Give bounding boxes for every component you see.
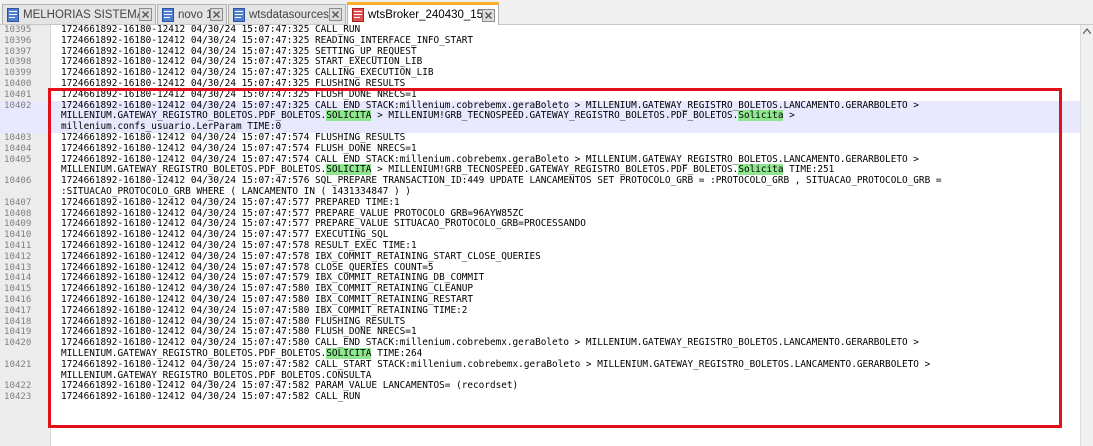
line-text: 1724661892-16180-12412 04/30/24 15:07:47… — [61, 34, 1080, 47]
close-icon[interactable] — [482, 8, 495, 22]
line-number: 10405 — [4, 154, 32, 165]
line-number: 10414 — [4, 273, 32, 284]
line-number: 10398 — [4, 57, 32, 68]
search-match-highlight: SOLICITA — [326, 347, 372, 359]
tab-label: novo 1 — [178, 8, 210, 21]
line-number: 10415 — [4, 284, 32, 295]
file-icon — [233, 7, 245, 22]
line-text: 1724661892-16180-12412 04/30/24 15:07:47… — [61, 175, 1080, 198]
line-number: 10421 — [4, 359, 32, 370]
wrapped-row: 1724661892-16180-12412 04/30/24 15:07:47… — [61, 250, 541, 262]
line-number: 10406 — [4, 176, 32, 187]
line-number: 10395 — [4, 25, 32, 35]
line-number: 10403 — [4, 132, 32, 143]
line-text: 1724661892-16180-12412 04/30/24 15:07:47… — [61, 100, 1080, 133]
text-line[interactable]: 10423 1724661892-16180-12412 04/30/24 15:… — [0, 391, 1080, 403]
line-number: 10422 — [4, 381, 32, 392]
file-icon — [7, 7, 19, 22]
text-line[interactable]: 10396 1724661892-16180-12412 04/30/24 15:… — [0, 34, 1080, 47]
line-number: 10401 — [4, 89, 32, 100]
vertical-scrollbar[interactable] — [1080, 25, 1093, 446]
tab-melhorias-sistema[interactable]: MELHORIAS SISTEMA.txt — [2, 4, 156, 24]
text-line[interactable]: 10420 1724661892-16180-12412 04/30/24 15:… — [0, 337, 1080, 360]
tab-wtsdatasources[interactable]: wtsdatasources.ini — [228, 4, 346, 24]
line-text: 1724661892-16180-12412 04/30/24 15:07:47… — [61, 250, 1080, 263]
wrapped-row: 1724661892-16180-12412 04/30/24 15:07:47… — [61, 358, 931, 370]
wrapped-row: 1724661892-16180-12412 04/30/24 15:07:47… — [61, 304, 468, 316]
tab-label: MELHORIAS SISTEMA.txt — [23, 8, 139, 21]
line-number: 10418 — [4, 316, 32, 327]
file-icon — [162, 7, 174, 22]
text-line[interactable]: 10404 1724661892-16180-12412 04/30/24 15:… — [0, 142, 1080, 155]
line-number: 10412 — [4, 251, 32, 262]
wrapped-row: 1724661892-16180-12412 04/30/24 15:07:47… — [61, 196, 400, 208]
line-text: 1724661892-16180-12412 04/30/24 15:07:47… — [61, 154, 1080, 177]
close-icon[interactable] — [329, 8, 342, 21]
search-match-highlight: SOLICITA — [326, 110, 372, 122]
line-text: 1724661892-16180-12412 04/30/24 15:07:47… — [61, 88, 1080, 101]
wrapped-row: 1724661892-16180-12412 04/30/24 15:07:47… — [61, 34, 474, 46]
scroll-up-arrow-icon[interactable] — [1083, 28, 1091, 34]
line-number: 10397 — [4, 46, 32, 57]
wrapped-row: 1724661892-16180-12412 04/30/24 15:07:47… — [61, 88, 417, 100]
line-text: 1724661892-16180-12412 04/30/24 15:07:47… — [61, 142, 1080, 155]
line-text: 1724661892-16180-12412 04/30/24 15:07:47… — [61, 304, 1080, 317]
line-text: 1724661892-16180-12412 04/30/24 15:07:47… — [61, 358, 1080, 382]
line-number: 10399 — [4, 68, 32, 79]
line-number: 10396 — [4, 35, 32, 46]
line-number: 10419 — [4, 327, 32, 338]
search-match-highlight: SOLICITA — [326, 164, 372, 176]
line-number: 10400 — [4, 78, 32, 89]
tab-wtsbroker[interactable]: wtsBroker_240430_15.txt — [347, 2, 499, 25]
text-line[interactable]: 10402 1724661892-16180-12412 04/30/24 15:… — [0, 100, 1080, 133]
line-text: 1724661892-16180-12412 04/30/24 15:07:47… — [61, 391, 1080, 403]
line-number: 10420 — [4, 338, 32, 349]
tab-label: wtsdatasources.ini — [249, 8, 329, 21]
text-lines: 10395 1724661892-16180-12412 04/30/24 15:… — [0, 25, 1080, 403]
line-text: 1724661892-16180-12412 04/30/24 15:07:47… — [61, 337, 1080, 360]
text-line[interactable]: 10405 1724661892-16180-12412 04/30/24 15:… — [0, 154, 1080, 177]
text-line[interactable]: 10406 1724661892-16180-12412 04/30/24 15:… — [0, 175, 1080, 198]
line-number: 10409 — [4, 219, 32, 230]
line-number: 10413 — [4, 262, 32, 273]
file-icon-red — [352, 8, 364, 22]
text-line[interactable]: 10421 1724661892-16180-12412 04/30/24 15:… — [0, 358, 1080, 382]
line-number: 10416 — [4, 294, 32, 305]
text-line[interactable]: 10401 1724661892-16180-12412 04/30/24 15:… — [0, 88, 1080, 101]
line-number: 10423 — [4, 392, 32, 403]
line-text: 1724661892-16180-12412 04/30/24 15:07:47… — [61, 196, 1080, 209]
search-match-highlight: Solicita — [738, 164, 784, 176]
line-number: 10410 — [4, 230, 32, 241]
tab-bar: MELHORIAS SISTEMA.txt novo 1 wtsdatasour… — [0, 0, 1093, 25]
text-line[interactable]: 10412 1724661892-16180-12412 04/30/24 15:… — [0, 250, 1080, 263]
wrapped-row: 1724661892-16180-12412 04/30/24 15:07:47… — [61, 391, 361, 403]
line-number: 10404 — [4, 143, 32, 154]
line-number: 10407 — [4, 197, 32, 208]
line-number: 10402 — [4, 100, 46, 112]
text-line[interactable]: 10417 1724661892-16180-12412 04/30/24 15:… — [0, 304, 1080, 317]
tab-label: wtsBroker_240430_15.txt — [368, 9, 482, 21]
line-number: 10411 — [4, 240, 32, 251]
close-icon[interactable] — [210, 8, 223, 21]
close-icon[interactable] — [139, 8, 152, 21]
line-number: 10408 — [4, 208, 32, 219]
text-line[interactable]: 10407 1724661892-16180-12412 04/30/24 15:… — [0, 196, 1080, 209]
editor[interactable]: 10395 1724661892-16180-12412 04/30/24 15:… — [0, 25, 1080, 446]
tab-novo-1[interactable]: novo 1 — [157, 4, 227, 24]
wrapped-row: 1724661892-16180-12412 04/30/24 15:07:47… — [61, 142, 417, 154]
line-number: 10417 — [4, 305, 32, 316]
search-match-highlight: Solicita — [738, 110, 784, 122]
